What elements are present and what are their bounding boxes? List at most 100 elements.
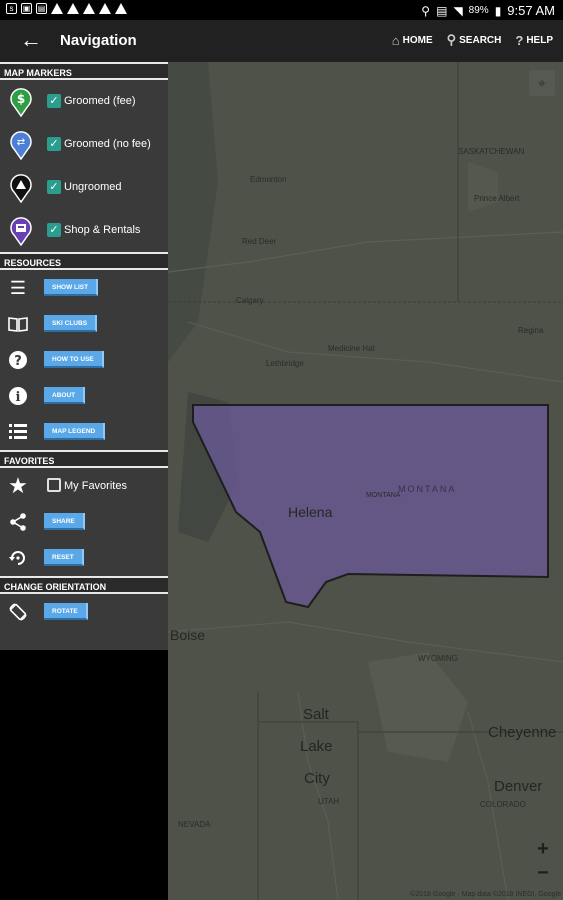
book-icon [7, 314, 29, 334]
map-label-wyoming: WYOMING [418, 654, 458, 663]
resource-row-how-to-use: ? HOW TO USE [0, 342, 168, 378]
marker-label: Groomed (no fee) [64, 138, 151, 150]
resource-row-show-list: ☰ SHOW LIST [0, 270, 168, 306]
share-button[interactable]: SHARE [44, 513, 85, 530]
notification-icons: s ▣ ▤ [6, 3, 127, 14]
zoom-out-button[interactable]: − [533, 862, 553, 885]
map-view[interactable]: ⌖ SASKATCHEWAN Edmonton Red Deer Calgary… [168, 62, 563, 900]
map-label-lake: Lake [300, 738, 333, 755]
location-icon: ⚲ [421, 3, 431, 18]
home-icon: ⌂ [391, 32, 400, 48]
warning-icon [67, 3, 79, 14]
home-button[interactable]: ⌂ HOME [392, 32, 433, 48]
section-header-favorites: FAVORITES [0, 450, 168, 468]
svg-text:$: $ [17, 92, 25, 106]
map-label-prince-albert: Prince Albert [474, 194, 520, 203]
marker-label: Shop & Rentals [64, 224, 141, 236]
star-icon: ★ [8, 473, 28, 498]
how-to-use-button[interactable]: HOW TO USE [44, 351, 104, 368]
map-label-montana-small: MONTANA [366, 492, 401, 499]
marker-label: Groomed (fee) [64, 95, 136, 107]
marker-row-groomed-fee[interactable]: $ ✓ Groomed (fee) [0, 80, 168, 123]
section-header-resources: RESOURCES [0, 252, 168, 270]
section-header-change-orientation: CHANGE ORIENTATION [0, 576, 168, 594]
groomed-fee-marker-icon: $ [10, 88, 32, 117]
my-location-button[interactable]: ⌖ [529, 70, 555, 96]
map-label-colorado: COLORADO [480, 800, 526, 809]
share-row: SHARE [0, 504, 168, 540]
map-label-utah: UTAH [318, 797, 340, 806]
svg-text:⇄: ⇄ [17, 137, 25, 148]
nfc-icon: ▤ [436, 3, 448, 18]
map-label-regina: Regina [518, 326, 544, 335]
help-label: HELP [526, 34, 553, 46]
rotate-row: ROTATE [0, 594, 168, 630]
notification-icon: s [6, 3, 17, 14]
warning-icon [115, 3, 127, 14]
groomed-no-fee-marker-icon: ⇄ [10, 131, 32, 160]
rotate-screen-icon [7, 602, 29, 622]
resource-row-map-legend: MAP LEGEND [0, 414, 168, 450]
map-label-saskatchewan: SASKATCHEWAN [458, 147, 525, 156]
ungroomed-marker-icon [10, 174, 32, 203]
search-label: SEARCH [459, 34, 502, 46]
map-label-city: City [304, 770, 330, 787]
rotate-button[interactable]: ROTATE [44, 603, 88, 620]
back-arrow-icon[interactable]: ← [18, 28, 44, 54]
my-favorites-label: My Favorites [64, 480, 127, 492]
screen: s ▣ ▤ ⚲ ▤ ◥ 89% ▮ 9:57 AM ← Navigation ⌂… [0, 0, 563, 900]
map-label-cheyenne: Cheyenne [488, 724, 557, 741]
help-button[interactable]: ? HELP [515, 32, 553, 48]
reset-icon [7, 548, 29, 568]
map-label-medicine-hat: Medicine Hat [328, 344, 375, 353]
map-legend-button[interactable]: MAP LEGEND [44, 423, 106, 440]
favorites-row[interactable]: ★ My Favorites [0, 468, 168, 504]
map-label-red-deer: Red Deer [242, 237, 277, 246]
notification-icon: ▣ [21, 3, 32, 14]
marker-row-shop-rentals[interactable]: ✓ Shop & Rentals [0, 209, 168, 252]
map-label-nevada: NEVADA [178, 820, 211, 829]
toolbar-actions: ⌂ HOME ⚲ SEARCH ? HELP [392, 32, 553, 48]
warning-icon [83, 3, 95, 14]
status-bar: s ▣ ▤ ⚲ ▤ ◥ 89% ▮ 9:57 AM [0, 0, 563, 20]
checkbox-ungroomed[interactable]: ✓ [47, 180, 61, 194]
map-label-lethbridge: Lethbridge [266, 359, 304, 368]
notification-icon: ▤ [36, 3, 47, 14]
marker-label: Ungroomed [64, 181, 122, 193]
question-icon: ? [7, 350, 29, 370]
help-icon: ? [515, 32, 524, 48]
checkbox-shop-rentals[interactable]: ✓ [47, 223, 61, 237]
ski-clubs-button[interactable]: SKI CLUBS [44, 315, 98, 332]
warning-icon [51, 3, 63, 14]
warning-icon [99, 3, 111, 14]
checkbox-groomed-no-fee[interactable]: ✓ [47, 137, 61, 151]
map-label-denver: Denver [494, 778, 543, 795]
wifi-icon: ◥ [453, 3, 463, 18]
svg-text:i: i [16, 390, 21, 405]
legend-list-icon [7, 422, 29, 442]
map-attribution: ©2018 Google · Map data ©2018 INEGI, Goo… [410, 891, 561, 898]
map-label-calgary: Calgary [236, 296, 264, 305]
map-label-boise: Boise [170, 627, 206, 643]
checkbox-my-favorites[interactable] [47, 478, 61, 492]
search-icon: ⚲ [446, 32, 457, 47]
list-icon: ☰ [9, 278, 27, 298]
system-status: ⚲ ▤ ◥ 89% ▮ 9:57 AM [421, 3, 555, 18]
map-label-montana-state: MONTANA [398, 484, 457, 494]
about-button[interactable]: ABOUT [44, 387, 86, 404]
marker-row-groomed-no-fee[interactable]: ⇄ ✓ Groomed (no fee) [0, 123, 168, 166]
marker-row-ungroomed[interactable]: ✓ Ungroomed [0, 166, 168, 209]
reset-button[interactable]: RESET [44, 549, 84, 566]
clock: 9:57 AM [507, 3, 555, 18]
share-icon [7, 512, 29, 532]
map-label-helena: Helena [288, 504, 333, 520]
show-list-button[interactable]: SHOW LIST [44, 279, 99, 296]
svg-text:?: ? [14, 354, 22, 369]
resource-row-ski-clubs: SKI CLUBS [0, 306, 168, 342]
zoom-in-button[interactable]: + [533, 838, 553, 861]
search-button[interactable]: ⚲ SEARCH [447, 32, 502, 48]
info-icon: i [7, 386, 29, 406]
shop-rentals-marker-icon [10, 217, 32, 246]
checkbox-groomed-fee[interactable]: ✓ [47, 94, 61, 108]
battery-icon: ▮ [494, 3, 502, 18]
